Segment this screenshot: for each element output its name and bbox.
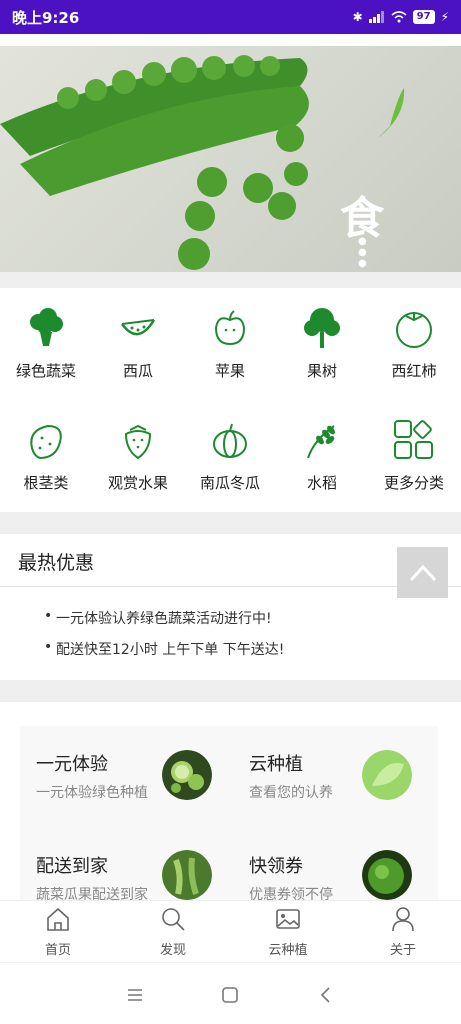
fruit-tree-icon xyxy=(304,308,340,348)
status-time: 晚上9:26 xyxy=(12,8,80,27)
lime-slices-image xyxy=(162,750,212,800)
chevron-up-icon xyxy=(409,564,436,581)
category-item-pumpkin[interactable]: 南瓜冬瓜 xyxy=(184,418,276,493)
user-icon xyxy=(392,907,414,932)
category-label: 根茎类 xyxy=(23,474,69,492)
banner-image[interactable]: 食 ● ● ● xyxy=(0,46,461,272)
bluetooth-icon: ✱ xyxy=(352,10,363,24)
category-label: 西红柿 xyxy=(391,362,437,380)
card-one-yuan-trial[interactable]: 一元体验 一元体验绿色种植 xyxy=(20,726,225,824)
category-label: 南瓜冬瓜 xyxy=(199,474,260,492)
rice-icon xyxy=(307,425,335,459)
tab-home[interactable]: 首页 xyxy=(13,905,103,958)
battery-icon: 97 xyxy=(412,10,435,24)
category-label: 果树 xyxy=(306,362,337,380)
home-square-icon[interactable] xyxy=(218,983,242,1007)
divider xyxy=(0,512,461,534)
menu-icon[interactable] xyxy=(123,983,147,1007)
category-item-more[interactable]: 更多分类 xyxy=(368,418,460,493)
tab-cloud-planting[interactable]: 云种植 xyxy=(243,905,333,958)
divider xyxy=(0,680,461,702)
green-leaf-image xyxy=(362,750,412,800)
category-label: 苹果 xyxy=(214,362,245,380)
tab-label: 云种植 xyxy=(268,943,308,958)
category-item-watermelon[interactable]: 西瓜 xyxy=(92,306,184,381)
divider-line xyxy=(0,586,461,587)
category-label: 水稻 xyxy=(306,474,337,492)
card-title: 一元体验 xyxy=(36,754,108,775)
category-item-root-vegetables[interactable]: 根茎类 xyxy=(0,418,92,493)
tab-label: 发现 xyxy=(159,943,186,958)
category-item-rice[interactable]: 水稻 xyxy=(276,418,368,493)
category-item-apple[interactable]: 苹果 xyxy=(184,306,276,381)
tab-discover[interactable]: 发现 xyxy=(128,905,218,958)
image-icon xyxy=(276,909,300,929)
pumpkin-icon xyxy=(213,423,247,458)
peas-illustration xyxy=(0,55,405,270)
home-icon xyxy=(47,907,69,931)
card-subtitle: 蔬菜瓜果配送到家 xyxy=(36,887,148,901)
hot-deal-item[interactable]: 一元体验认养绿色蔬菜活动进行中! xyxy=(44,608,272,628)
category-label: 更多分类 xyxy=(383,474,444,492)
tomato-icon xyxy=(396,312,432,348)
category-item-ornamental-fruit[interactable]: 观赏水果 xyxy=(92,418,184,493)
tab-label: 首页 xyxy=(44,943,71,958)
vegetables-image xyxy=(162,850,212,900)
scroll-to-top-button[interactable] xyxy=(397,547,448,598)
card-title: 云种植 xyxy=(249,754,303,775)
category-item-green-vegetables[interactable]: 绿色蔬菜 xyxy=(0,306,92,381)
broccoli-icon xyxy=(30,308,63,346)
card-subtitle: 一元体验绿色种植 xyxy=(36,785,148,801)
banner-dots: ● ● ● xyxy=(358,236,367,269)
tab-about[interactable]: 关于 xyxy=(358,905,448,958)
card-subtitle: 查看您的认养 xyxy=(249,785,333,801)
tab-label: 关于 xyxy=(389,943,416,958)
divider xyxy=(0,272,461,288)
search-icon xyxy=(162,908,185,931)
card-coupons[interactable]: 快领券 优惠券领不停 xyxy=(233,830,438,901)
category-label: 西瓜 xyxy=(122,362,153,380)
feature-cards: 一元体验 一元体验绿色种植 云种植 查看您的认养 配送到家 蔬菜瓜果配送到家 快… xyxy=(20,726,438,901)
status-bar: 晚上9:26 ✱ 97 ⚡ xyxy=(0,0,461,34)
melon-image xyxy=(362,850,412,900)
hot-deals-title: 最热优惠 xyxy=(18,552,95,574)
wifi-icon xyxy=(391,11,407,23)
more-grid-icon xyxy=(394,420,433,459)
category-item-tomato[interactable]: 西红柿 xyxy=(368,306,460,381)
back-icon[interactable] xyxy=(314,983,338,1007)
apple-icon xyxy=(214,310,246,346)
hot-deal-item[interactable]: 配送快至12小时 上午下单 下午送达! xyxy=(44,639,284,659)
signal-icon xyxy=(368,11,384,23)
category-label: 观赏水果 xyxy=(107,474,168,492)
system-nav-bar xyxy=(0,962,461,1024)
strawberry-icon xyxy=(124,424,152,460)
category-item-fruit-tree[interactable]: 果树 xyxy=(276,306,368,381)
category-label: 绿色蔬菜 xyxy=(15,362,76,380)
status-icons: ✱ 97 ⚡ xyxy=(353,10,449,24)
card-subtitle: 优惠券领不停 xyxy=(249,887,333,901)
charging-icon: ⚡ xyxy=(440,10,449,24)
card-home-delivery[interactable]: 配送到家 蔬菜瓜果配送到家 xyxy=(20,830,225,901)
card-cloud-planting[interactable]: 云种植 查看您的认养 xyxy=(233,726,438,824)
watermelon-icon xyxy=(120,319,156,336)
potato-icon xyxy=(30,424,62,460)
bottom-tab-bar: 首页 发现 云种植 关于 xyxy=(0,900,461,962)
card-title: 快领券 xyxy=(249,856,303,877)
card-title: 配送到家 xyxy=(36,856,108,877)
